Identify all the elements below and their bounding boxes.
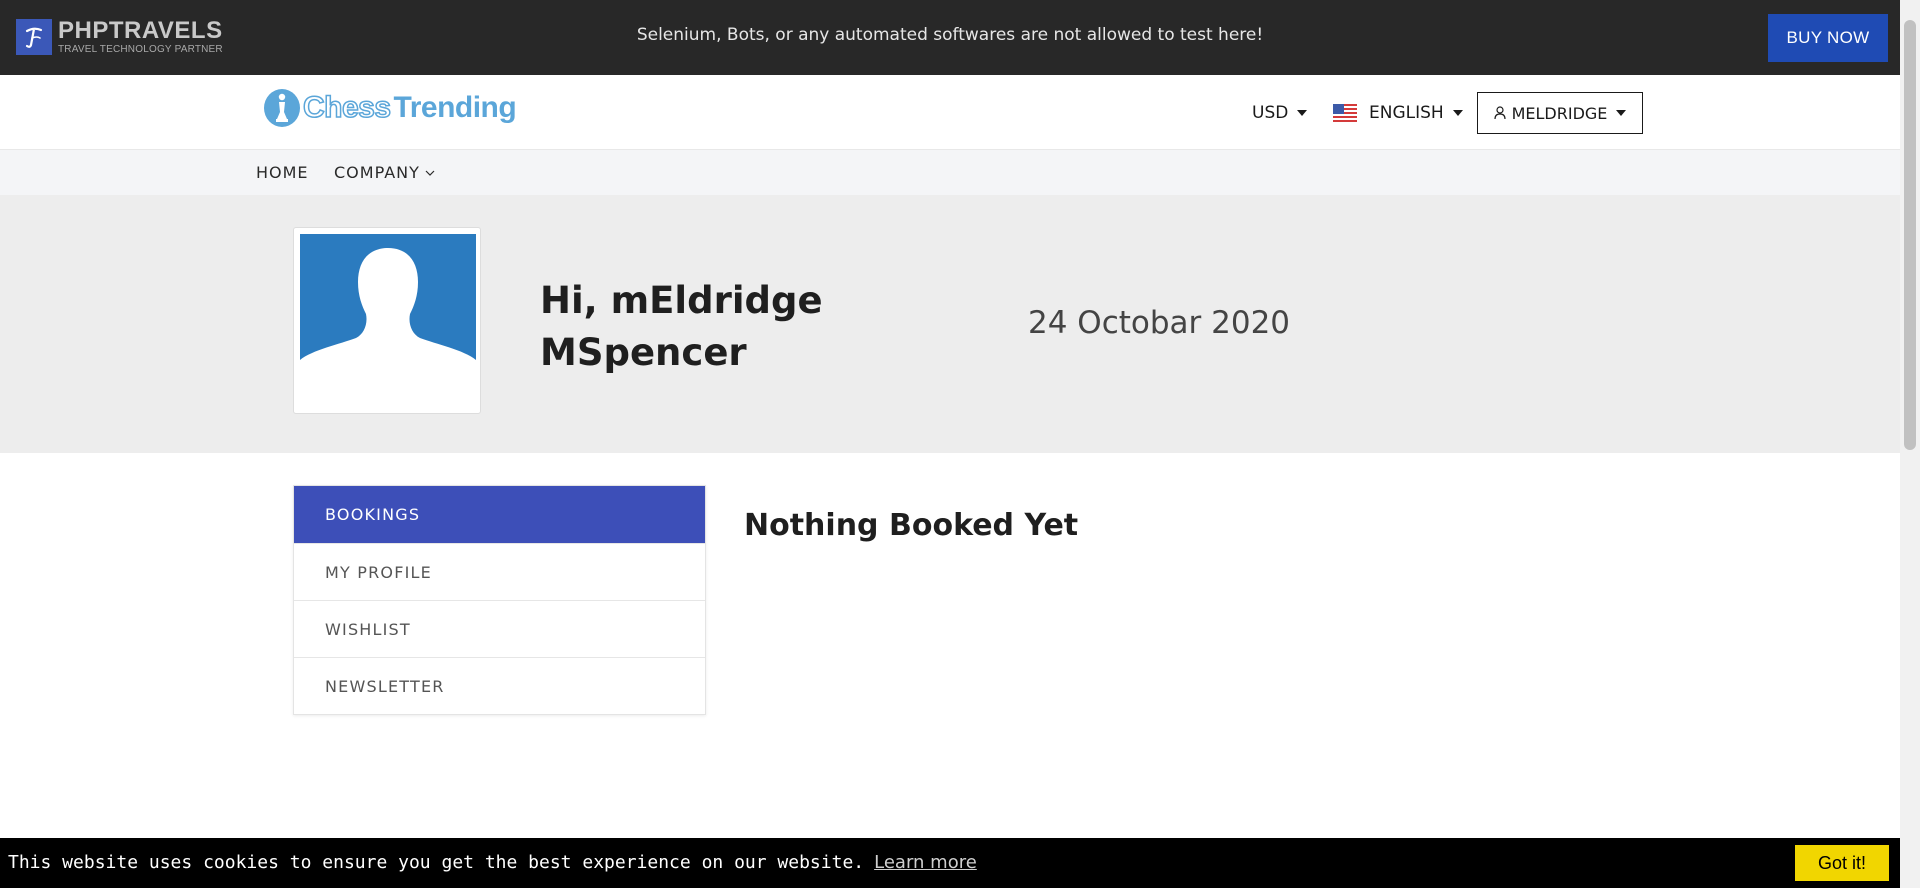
user-icon xyxy=(1493,106,1506,120)
avatar-silhouette-icon xyxy=(300,234,476,382)
phptravels-logo-icon xyxy=(16,19,52,55)
us-flag-icon xyxy=(1333,104,1357,122)
caret-down-icon xyxy=(1452,110,1463,116)
cookie-banner: This website uses cookies to ensure you … xyxy=(0,838,1900,888)
sidebar-item-label: MY PROFILE xyxy=(325,562,432,582)
learn-more-link[interactable]: Learn more xyxy=(874,852,977,873)
nav-item-company[interactable]: COMPANY xyxy=(334,163,435,182)
site-logo[interactable]: Chess Trending xyxy=(264,89,517,127)
sidebar-item-bookings[interactable]: BOOKINGS xyxy=(294,486,705,543)
scrollbar-thumb[interactable] xyxy=(1904,20,1916,450)
profile-hero: Hi, mEldridge MSpencer 24 Octobar 2020 xyxy=(0,195,1900,453)
sidebar-item-label: WISHLIST xyxy=(325,619,411,639)
cookie-accept-button[interactable]: Got it! xyxy=(1795,845,1889,881)
sidebar-item-wishlist[interactable]: WISHLIST xyxy=(294,600,705,657)
main-nav: HOME COMPANY xyxy=(0,150,1900,195)
greeting-heading: Hi, mEldridge MSpencer xyxy=(540,275,823,379)
nav-item-label: HOME xyxy=(256,163,309,182)
sidebar-item-newsletter[interactable]: NEWSLETTER xyxy=(294,657,705,714)
greeting-line-1: Hi, mEldridge xyxy=(540,279,823,322)
phptravels-brand[interactable]: PHPTRAVELS TRAVEL TECHNOLOGY PARTNER xyxy=(16,19,223,55)
avatar xyxy=(293,227,481,414)
cookie-message: This website uses cookies to ensure you … xyxy=(8,852,865,873)
sidebar-item-label: NEWSLETTER xyxy=(325,676,445,696)
brand-tagline: TRAVEL TECHNOLOGY PARTNER xyxy=(58,44,223,55)
nav-item-home[interactable]: HOME xyxy=(256,163,309,182)
caret-down-icon xyxy=(1297,110,1308,116)
logo-text-trending: Trending xyxy=(393,91,517,124)
promo-bar: PHPTRAVELS TRAVEL TECHNOLOGY PARTNER Sel… xyxy=(0,0,1900,75)
language-label: ENGLISH xyxy=(1369,103,1444,123)
account-sidebar: BOOKINGS MY PROFILE WISHLIST NEWSLETTER xyxy=(293,485,706,715)
currency-label: USD xyxy=(1252,103,1289,123)
currency-dropdown[interactable]: USD xyxy=(1252,103,1308,123)
site-header: Chess Trending USD ENGLISH MELDRIDGE xyxy=(0,75,1900,150)
user-account-dropdown[interactable]: MELDRIDGE xyxy=(1477,92,1643,134)
greeting-line-2: MSpencer xyxy=(540,331,747,374)
caret-down-icon xyxy=(1616,110,1627,116)
current-date: 24 Octobar 2020 xyxy=(1028,305,1291,341)
sidebar-item-label: BOOKINGS xyxy=(325,505,421,524)
buy-now-button[interactable]: BUY NOW xyxy=(1768,14,1888,62)
chess-logo-icon xyxy=(264,89,300,127)
username-label: MELDRIDGE xyxy=(1511,103,1608,123)
nav-item-label: COMPANY xyxy=(334,163,420,182)
brand-name: PHPTRAVELS xyxy=(58,17,223,44)
sidebar-item-my-profile[interactable]: MY PROFILE xyxy=(294,543,705,600)
chevron-down-icon xyxy=(425,170,435,176)
automation-notice: Selenium, Bots, or any automated softwar… xyxy=(636,25,1264,45)
language-dropdown[interactable]: ENGLISH xyxy=(1333,103,1463,123)
logo-text-chess: Chess xyxy=(302,90,392,125)
empty-bookings-message: Nothing Booked Yet xyxy=(744,508,1079,543)
page-scrollbar[interactable] xyxy=(1900,0,1920,888)
